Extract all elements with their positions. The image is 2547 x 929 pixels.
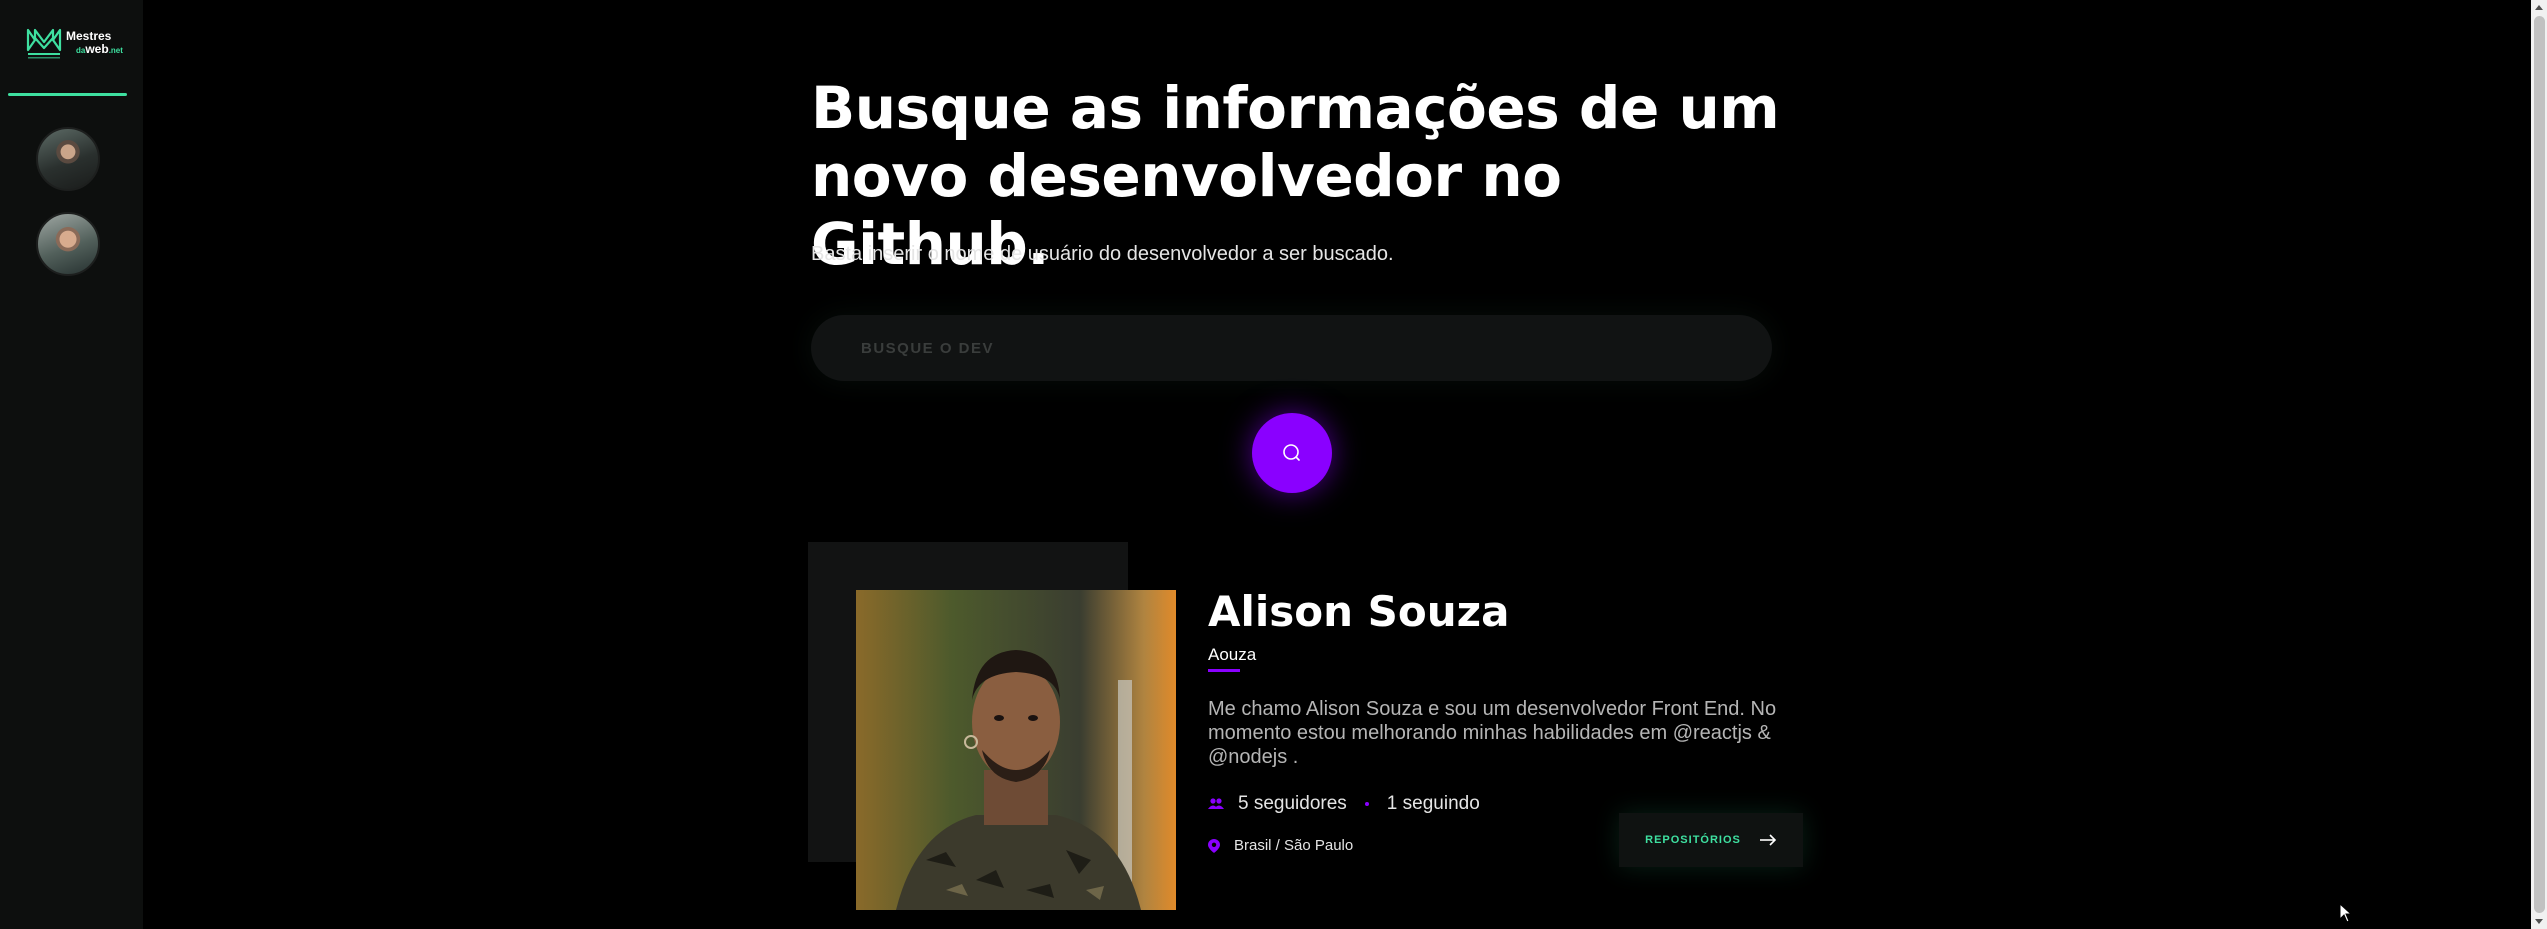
sidebar-user-avatar-1[interactable]: [36, 127, 100, 191]
brand-suffix: .net: [108, 45, 123, 55]
followers-count: 5 seguidores: [1238, 793, 1347, 814]
brand-logo[interactable]: Mestres daweb.net: [26, 26, 123, 60]
search-input[interactable]: [861, 315, 1741, 381]
profile-photo: [856, 590, 1176, 910]
location-text: Brasil / São Paulo: [1234, 837, 1354, 854]
search-box: [811, 315, 1772, 381]
location-pin-icon: [1208, 838, 1220, 853]
brand-name: Mestres daweb.net: [66, 29, 123, 57]
search-button[interactable]: [1252, 413, 1332, 493]
repositories-button-label: REPOSITÓRIOS: [1645, 834, 1741, 846]
arrow-right-icon: [1759, 834, 1777, 846]
sidebar-user-avatar-2[interactable]: [36, 212, 100, 276]
profile-login[interactable]: Aouza: [1208, 645, 1256, 665]
profile-location: Brasil / São Paulo: [1208, 837, 1353, 854]
profile-name: Alison Souza: [1208, 587, 1510, 636]
page-title-line-1: Busque as informações de um: [811, 74, 1780, 142]
profile-photo-image: [856, 590, 1176, 910]
stats-separator: [1364, 802, 1369, 806]
mouse-cursor-icon: [2339, 903, 2353, 923]
repositories-button[interactable]: REPOSITÓRIOS: [1619, 813, 1803, 867]
brand-line-2: web: [85, 41, 109, 56]
users-icon: [1208, 798, 1224, 809]
following-count: 1 seguindo: [1386, 793, 1480, 814]
crown-logo-icon: [26, 28, 62, 59]
page-subtitle: Basta inserir o nome de usuário do desen…: [811, 243, 1394, 265]
brand-prefix: da: [76, 45, 86, 55]
vertical-scrollbar[interactable]: [2531, 0, 2547, 929]
sidebar: Mestres daweb.net: [0, 0, 143, 929]
sidebar-active-indicator: [8, 93, 127, 96]
profile-stats: 5 seguidores 1 seguindo: [1208, 793, 1480, 815]
scroll-down-arrow-icon[interactable]: [2535, 919, 2543, 924]
login-underline: [1208, 669, 1240, 672]
scrollbar-thumb[interactable]: [2534, 16, 2545, 913]
profile-bio: Me chamo Alison Souza e sou um desenvolv…: [1208, 698, 1777, 768]
search-icon: [1283, 444, 1300, 461]
scroll-up-arrow-icon[interactable]: [2535, 5, 2543, 10]
